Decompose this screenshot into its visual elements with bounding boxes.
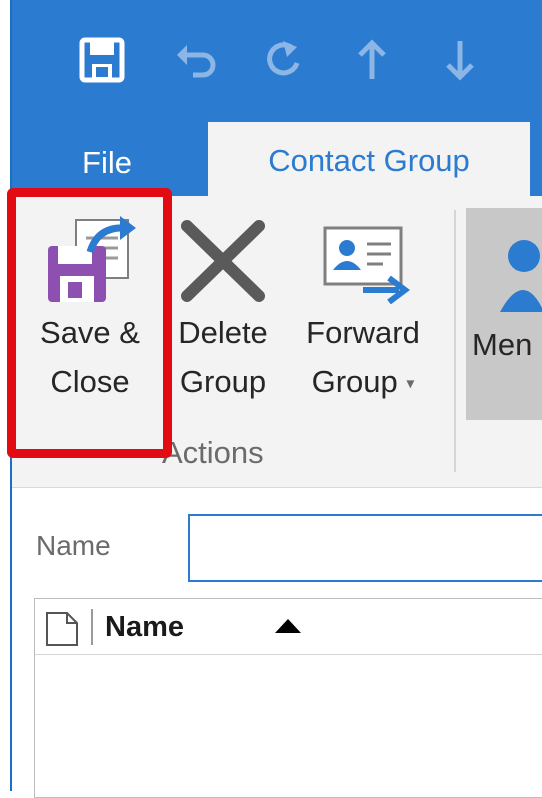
members-list[interactable]: Name xyxy=(34,598,542,798)
sort-ascending-icon xyxy=(275,619,301,633)
forward-group-label: Forward Group ▾ xyxy=(306,315,420,399)
delete-group-label: Delete Group xyxy=(178,315,268,399)
forward-contact-icon xyxy=(308,208,418,308)
members-icon xyxy=(500,240,542,312)
delete-group-button[interactable]: Delete Group xyxy=(168,208,278,418)
delete-x-icon xyxy=(168,208,278,308)
ribbon-divider xyxy=(454,210,456,472)
up-arrow-icon[interactable] xyxy=(344,32,400,88)
dropdown-arrow-icon[interactable]: ▾ xyxy=(406,375,414,392)
members-button[interactable] xyxy=(466,208,542,420)
name-label: Name xyxy=(36,530,111,561)
actions-group-label: Actions xyxy=(162,435,264,470)
document-icon xyxy=(46,612,78,646)
list-header: Name xyxy=(35,599,542,655)
down-arrow-icon[interactable] xyxy=(432,32,488,88)
members-label: Men xyxy=(472,327,533,362)
highlight-box xyxy=(7,188,172,458)
name-input[interactable] xyxy=(188,514,542,582)
redo-icon[interactable] xyxy=(256,32,312,88)
column-separator xyxy=(91,609,93,645)
save-icon[interactable] xyxy=(74,32,130,88)
column-header-name[interactable]: Name xyxy=(105,611,184,644)
forward-group-button[interactable]: Forward Group ▾ xyxy=(292,208,434,418)
tab-file[interactable]: File xyxy=(62,140,152,186)
tab-contact-group[interactable]: Contact Group xyxy=(208,122,530,200)
undo-icon[interactable] xyxy=(168,32,224,88)
